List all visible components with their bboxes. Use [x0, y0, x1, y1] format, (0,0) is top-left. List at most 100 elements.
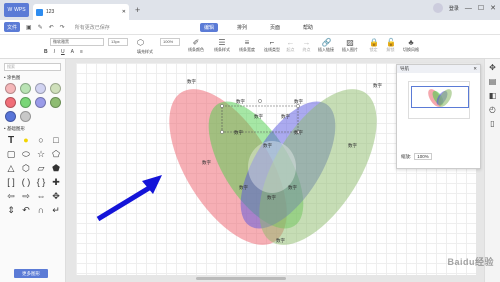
line-style-button[interactable]: ☰ 线条样式	[214, 38, 230, 53]
u-turn-shape-icon[interactable]: ↶	[20, 205, 32, 216]
line-width-button[interactable]: ≡ 线条宽度	[239, 38, 255, 53]
shape-search-input[interactable]: 搜索	[4, 63, 61, 71]
color-swatch-5[interactable]	[5, 97, 16, 108]
plus-shape-icon[interactable]: ✚	[50, 177, 62, 188]
unlock-button[interactable]: 🔓 解锁	[386, 38, 396, 53]
redo-icon[interactable]: ↷	[60, 24, 65, 31]
color-swatch-9[interactable]	[5, 111, 16, 122]
end-arrow-button[interactable]: → 终点	[302, 38, 311, 53]
color-swatch-7[interactable]	[35, 97, 46, 108]
close-tab-icon[interactable]: ✕	[122, 9, 126, 15]
wps-home-tab[interactable]: W WPS	[4, 3, 29, 17]
insert-link-label: 插入链接	[318, 47, 334, 52]
new-tab-button[interactable]: +	[135, 5, 140, 15]
login-link[interactable]: 登录	[449, 5, 459, 12]
insert-link-button[interactable]: 🔗 插入链接	[318, 38, 334, 53]
more-shapes-label: 更多图形	[22, 270, 40, 276]
paren-shape-icon[interactable]: ( )	[20, 177, 32, 188]
menu-page[interactable]: 页面	[266, 23, 284, 32]
bold-icon[interactable]: B	[44, 49, 48, 55]
venn-label: 数字	[281, 113, 290, 120]
avatar[interactable]	[432, 3, 443, 13]
color-swatch-1[interactable]	[5, 83, 16, 94]
triangle-shape-icon[interactable]: △	[5, 163, 17, 174]
toolbar: 微软雅黑 13px B I U A ≡ ⬡ 100% 填充样式 ✐ 线条颜色 ☰…	[0, 35, 500, 59]
text-align-icon[interactable]: ≡	[80, 49, 83, 55]
color-swatch-10[interactable]	[20, 111, 31, 122]
color-swatch-8[interactable]	[50, 97, 61, 108]
section-title-basic-shapes[interactable]: • 基础图形	[4, 126, 61, 132]
start-arrow-label: 起点	[286, 47, 295, 52]
shape-library-panel: 搜索 • 涂色图 • 基础图形 T ● ○ □ ▢ ⬭ ☆ ⬠ △ ⬡ ▱ ⬟ …	[0, 59, 66, 282]
fill-style-button[interactable]: 填充样式	[137, 49, 153, 55]
left-arrow-shape-icon[interactable]: ⇦	[5, 191, 17, 202]
circle-shape-icon[interactable]: ○	[35, 135, 47, 146]
undo-icon[interactable]: ↶	[49, 24, 54, 31]
up-down-arrow-shape-icon[interactable]: ⇕	[5, 205, 17, 216]
navigator-zoom-select[interactable]: 100%	[414, 153, 432, 160]
color-swatch-4[interactable]	[50, 83, 61, 94]
shield-shape-icon[interactable]: ⬟	[50, 163, 62, 174]
brace-shape-icon[interactable]: { }	[35, 177, 47, 188]
save-icon[interactable]: ▣	[26, 24, 32, 31]
rounded-rect-shape-icon[interactable]: ▢	[5, 149, 17, 160]
star-shape-icon[interactable]: ☆	[35, 149, 47, 160]
color-swatch-6[interactable]	[20, 97, 31, 108]
hexagon-shape-icon[interactable]: ⬡	[20, 163, 32, 174]
underline-icon[interactable]: U	[61, 49, 65, 55]
history-icon[interactable]: ◴	[488, 105, 498, 115]
ellipse-shape-icon[interactable]: ⬭	[20, 149, 32, 160]
layers-icon[interactable]: ◧	[488, 91, 498, 101]
lock-button[interactable]: 🔒 锁定	[369, 38, 379, 53]
navigator-header[interactable]: 导航 ✕	[397, 65, 480, 73]
switch-style-button[interactable]: ♣ 切换风格	[403, 38, 419, 53]
format-painter-icon[interactable]: ✎	[38, 24, 43, 31]
line-color-button[interactable]: ✐ 线条颜色	[188, 38, 204, 53]
connector-type-button[interactable]: ⌐ 连线类型	[264, 38, 280, 53]
arch-shape-icon[interactable]: ∩	[35, 205, 47, 216]
document-icon	[36, 8, 43, 16]
minimize-icon[interactable]: —	[465, 5, 472, 12]
color-swatch-2[interactable]	[20, 83, 31, 94]
menu-arrange[interactable]: 排列	[233, 23, 251, 32]
unlock-icon: 🔓	[386, 38, 396, 47]
insert-image-label: 插入图片	[342, 47, 358, 52]
navigator-preview[interactable]	[407, 81, 470, 119]
more-shapes-button[interactable]: 更多图形	[14, 269, 48, 278]
format-icon[interactable]: ▤	[488, 77, 498, 87]
cross-arrow-shape-icon[interactable]: ✥	[50, 191, 62, 202]
text-shape-icon[interactable]: T	[5, 135, 17, 146]
blue-arrow[interactable]	[96, 175, 162, 222]
right-arrow-shape-icon[interactable]: ⇨	[20, 191, 32, 202]
menu-help[interactable]: 帮助	[299, 23, 317, 32]
menu-edit[interactable]: 编辑	[200, 23, 219, 32]
end-arrow-label: 终点	[302, 47, 311, 52]
note-shape-icon[interactable]: ●	[20, 135, 32, 146]
style-button[interactable]: ⬡	[136, 38, 145, 47]
close-navigator-icon[interactable]: ✕	[473, 66, 477, 72]
page-icon[interactable]: ▯	[488, 119, 498, 129]
maximize-icon[interactable]: ☐	[478, 4, 484, 12]
insert-image-button[interactable]: ▨ 插入图片	[342, 38, 358, 53]
square-shape-icon[interactable]: □	[50, 135, 62, 146]
horizontal-scrollbar[interactable]	[196, 277, 286, 280]
parallelogram-shape-icon[interactable]: ▱	[35, 163, 47, 174]
font-family-select[interactable]: 微软雅黑	[50, 38, 104, 46]
zoom-select[interactable]: 100%	[160, 38, 180, 46]
pentagon-shape-icon[interactable]: ⬠	[50, 149, 62, 160]
file-menu-button[interactable]: 文件	[4, 22, 21, 32]
color-swatch-3[interactable]	[35, 83, 46, 94]
return-arrow-shape-icon[interactable]: ↵	[50, 205, 62, 216]
start-arrow-button[interactable]: ← 起点	[286, 38, 295, 53]
font-size-select[interactable]: 13px	[108, 38, 128, 46]
italic-icon[interactable]: I	[54, 49, 55, 55]
font-color-icon[interactable]: A	[71, 49, 74, 55]
document-tab[interactable]: 123 ✕	[33, 4, 129, 20]
navigate-icon[interactable]: ✥	[488, 63, 498, 73]
close-window-icon[interactable]: ✕	[490, 4, 496, 12]
section-title-colors[interactable]: • 涂色图	[4, 75, 61, 81]
unlock-label: 解锁	[386, 47, 395, 52]
bracket-shape-icon[interactable]: [ ]	[5, 177, 17, 188]
double-arrow-shape-icon[interactable]: ⇔	[35, 191, 47, 202]
navigator-viewport-frame[interactable]	[410, 86, 469, 108]
